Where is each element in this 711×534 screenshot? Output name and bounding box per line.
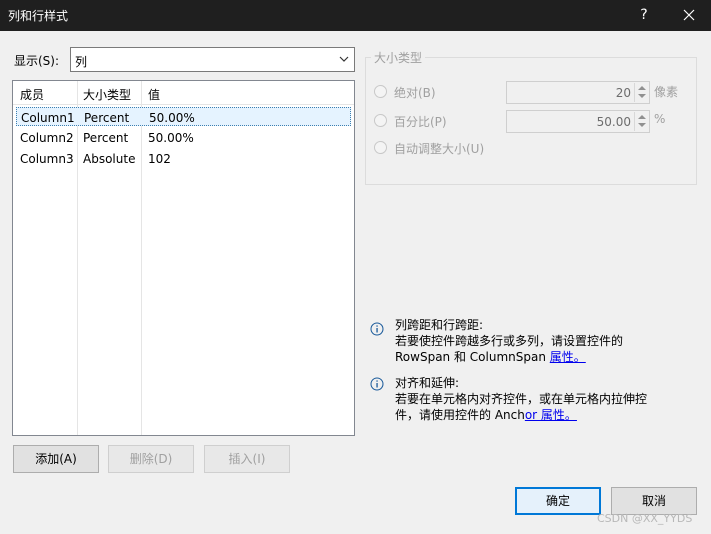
align-note-text: 件，请使用控件的 Anch xyxy=(395,408,525,422)
member-list[interactable]: 成员 大小类型 值 Column1 Percent 50.00% Column2… xyxy=(12,80,355,436)
help-button[interactable]: ? xyxy=(624,0,664,31)
row-size-type: Percent xyxy=(83,131,129,145)
close-icon xyxy=(683,9,695,21)
row-size-type: Absolute xyxy=(83,152,136,166)
percent-unit: % xyxy=(654,112,666,126)
span-note-line1: 若要使控件跨越多行或多列，请设置控件的 xyxy=(395,334,624,348)
align-note: 对齐和延伸: 若要在单元格内对齐控件，或在单元格内拉伸控 件，请使用控件的 An… xyxy=(395,375,647,423)
header-value[interactable]: 值 xyxy=(148,86,160,103)
dialog-title: 列和行样式 xyxy=(8,9,69,23)
anchor-property-link[interactable]: or 属性。 xyxy=(525,408,577,422)
span-note-text: RowSpan 和 ColumnSpan xyxy=(395,350,550,364)
align-note-title: 对齐和延伸: xyxy=(395,376,460,390)
span-note: 列跨距和行跨距: 若要使控件跨越多行或多列，请设置控件的 RowSpan 和 C… xyxy=(395,317,623,365)
info-icon xyxy=(370,377,384,391)
insert-button[interactable]: 插入(I) xyxy=(204,445,290,473)
row-member: Column2 xyxy=(20,131,74,145)
size-type-legend: 大小类型 xyxy=(371,49,426,66)
percent-spinner[interactable] xyxy=(634,112,648,131)
absolute-label: 绝对(B) xyxy=(394,86,436,100)
row-member: Column3 xyxy=(20,152,74,166)
show-dropdown[interactable]: 列 xyxy=(70,47,355,72)
absolute-value-input[interactable]: 20 xyxy=(506,81,650,104)
spin-down-icon xyxy=(638,94,646,98)
percent-value: 50.00 xyxy=(596,115,631,129)
dialog-window: 列和行样式 ? 显示(S): 列 成员 大小类型 值 Column1 Perce… xyxy=(0,0,711,534)
watermark: CSDN @XX_YYDS xyxy=(597,512,693,525)
table-row[interactable]: Column3 Absolute 102 xyxy=(16,149,351,168)
percent-radio[interactable] xyxy=(374,114,387,127)
ok-button[interactable]: 确定 xyxy=(515,487,601,515)
add-button[interactable]: 添加(A) xyxy=(13,445,99,473)
autosize-label: 自动调整大小(U) xyxy=(394,142,485,156)
info-icon xyxy=(370,322,384,336)
show-label: 显示(S): xyxy=(14,54,60,68)
span-note-line2: RowSpan 和 ColumnSpan 属性。 xyxy=(395,349,623,365)
span-note-title: 列跨距和行跨距: xyxy=(395,318,484,332)
percent-label: 百分比(P) xyxy=(394,115,447,129)
header-size-type[interactable]: 大小类型 xyxy=(83,86,131,103)
table-row[interactable]: Column2 Percent 50.00% xyxy=(16,128,351,147)
spin-up-icon xyxy=(638,86,646,90)
align-note-line2: 件，请使用控件的 Anchor 属性。 xyxy=(395,407,647,423)
header-divider xyxy=(13,104,354,105)
spin-down-icon xyxy=(638,123,646,127)
row-value: 102 xyxy=(148,152,171,166)
title-bar: 列和行样式 ? xyxy=(0,0,711,31)
absolute-value: 20 xyxy=(615,86,631,100)
autosize-radio[interactable] xyxy=(374,141,387,154)
table-row[interactable]: Column1 Percent 50.00% xyxy=(16,107,351,126)
align-note-line1: 若要在单元格内对齐控件，或在单元格内拉伸控 xyxy=(395,392,648,406)
span-property-link[interactable]: 属性。 xyxy=(550,350,586,364)
chevron-down-icon xyxy=(338,53,350,68)
row-value: 50.00% xyxy=(148,131,194,145)
cancel-button[interactable]: 取消 xyxy=(611,487,697,515)
row-member: Column1 xyxy=(21,111,75,125)
absolute-unit: 像素 xyxy=(654,85,679,99)
row-size-type: Percent xyxy=(84,111,130,125)
show-selected-value: 列 xyxy=(75,55,88,69)
absolute-radio[interactable] xyxy=(374,85,387,98)
header-member[interactable]: 成员 xyxy=(20,86,44,103)
absolute-spinner[interactable] xyxy=(634,83,648,102)
spin-up-icon xyxy=(638,115,646,119)
close-button[interactable] xyxy=(669,0,709,31)
delete-button[interactable]: 删除(D) xyxy=(108,445,194,473)
percent-value-input[interactable]: 50.00 xyxy=(506,110,650,133)
row-value: 50.00% xyxy=(149,111,195,125)
